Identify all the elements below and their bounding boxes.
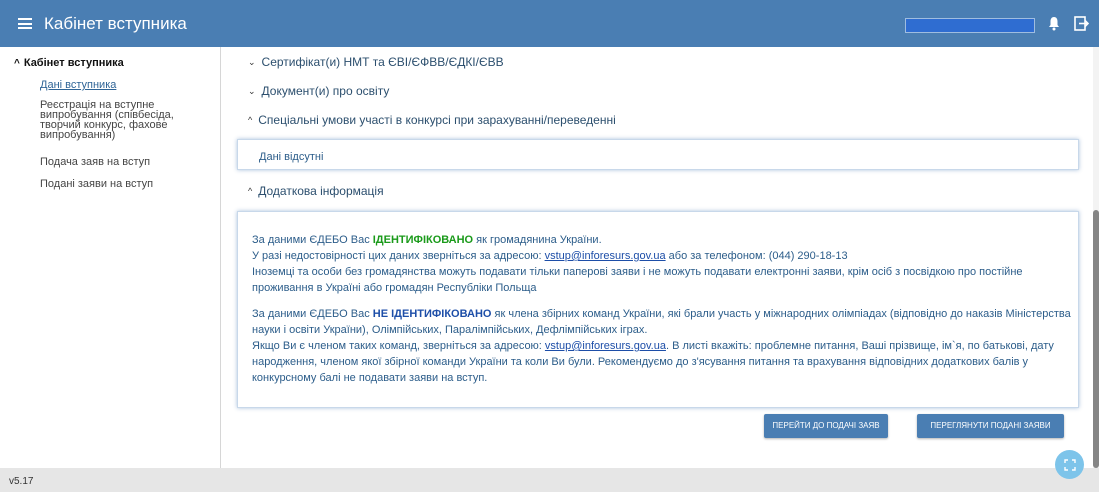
section-education-documents[interactable]: ⌄ Документ(и) про освіту	[248, 84, 389, 98]
section-title: Спеціальні умови участі в конкурсі при з…	[258, 113, 616, 127]
section-title: Сертифікат(и) НМТ та ЄВІ/ЄФВВ/ЄДКІ/ЄВВ	[261, 55, 504, 69]
section-special-conditions[interactable]: ^ Спеціальні умови участі в конкурсі при…	[248, 113, 616, 127]
email-link[interactable]: vstup@inforesurs.gov.ua	[545, 340, 666, 352]
go-to-applications-button[interactable]: ПЕРЕЙТИ ДО ПОДАЧІ ЗАЯВ	[764, 414, 888, 438]
hamburger-icon[interactable]	[18, 18, 32, 29]
identified-status: ІДЕНТИФІКОВАНО	[372, 234, 474, 246]
top-bar: Кабінет вступника	[0, 0, 1099, 47]
email-link[interactable]: vstup@inforesurs.gov.ua	[545, 250, 666, 262]
sidebar-item-submitted-applications[interactable]: Подані заяви на вступ	[40, 179, 210, 190]
chevron-up-icon: ^	[248, 186, 253, 196]
logout-icon[interactable]	[1074, 16, 1089, 31]
no-data-text: Дані відсутні	[259, 151, 324, 163]
expand-icon[interactable]	[1055, 450, 1084, 479]
olympiad-status-paragraph: За даними ЄДЕБО Вас НЕ ІДЕНТИФІКОВАНО як…	[252, 308, 1071, 384]
sidebar-section-header[interactable]: ^ Кабінет вступника	[14, 57, 124, 69]
view-submitted-button[interactable]: ПЕРЕГЛЯНУТИ ПОДАНІ ЗАЯВИ	[917, 414, 1064, 438]
sidebar-section-title: Кабінет вступника	[23, 57, 124, 69]
sidebar-item-registration[interactable]: Реєстрація на вступне випробування (спів…	[40, 100, 210, 141]
scrollbar-thumb[interactable]	[1093, 210, 1099, 468]
user-field[interactable]	[905, 18, 1035, 33]
section-additional-info[interactable]: ^ Додаткова інформація	[248, 184, 384, 198]
bell-icon[interactable]	[1048, 16, 1060, 31]
app-title: Кабінет вступника	[44, 13, 187, 33]
additional-info-card: За даними ЄДЕБО Вас ІДЕНТИФІКОВАНО як гр…	[237, 211, 1079, 408]
chevron-up-icon: ^	[248, 115, 253, 125]
section-title: Документ(и) про освіту	[261, 84, 390, 98]
version-label: v5.17	[9, 476, 34, 487]
chevron-up-icon: ^	[14, 57, 20, 69]
section-title: Додаткова інформація	[258, 184, 384, 198]
sidebar-item-submit-applications[interactable]: Подача заяв на вступ	[40, 157, 210, 168]
not-identified-status: НЕ ІДЕНТИФІКОВАНО	[372, 308, 492, 320]
chevron-down-icon: ⌄	[248, 85, 256, 96]
special-conditions-card: Дані відсутні	[237, 139, 1079, 170]
sidebar-item-applicant-data[interactable]: Дані вступника	[40, 80, 210, 91]
section-certificates[interactable]: ⌄ Сертифікат(и) НМТ та ЄВІ/ЄФВВ/ЄДКІ/ЄВВ	[248, 55, 504, 69]
footer: v5.17	[0, 468, 1099, 492]
citizenship-status-paragraph: За даними ЄДЕБО Вас ІДЕНТИФІКОВАНО як гр…	[252, 234, 1023, 294]
main-content: ⌄ Сертифікат(и) НМТ та ЄВІ/ЄФВВ/ЄДКІ/ЄВВ…	[222, 47, 1093, 468]
chevron-down-icon: ⌄	[248, 56, 256, 67]
sidebar: ^ Кабінет вступника Дані вступника Реєст…	[0, 47, 221, 468]
